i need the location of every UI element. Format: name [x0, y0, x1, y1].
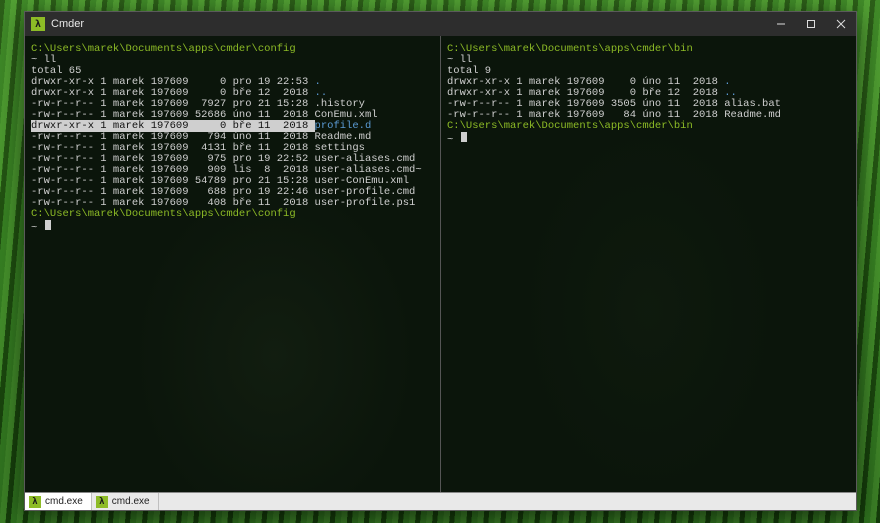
minimize-icon	[776, 19, 786, 29]
maximize-icon	[806, 19, 816, 29]
prompt-path: C:\Users\marek\Documents\apps\cmder\conf…	[31, 44, 434, 55]
prompt-path: C:\Users\marek\Documents\apps\cmder\bin	[447, 121, 850, 132]
prompt-path: C:\Users\marek\Documents\apps\cmder\conf…	[31, 209, 434, 220]
terminal-pane-right[interactable]: C:\Users\marek\Documents\apps\cmder\bin~…	[441, 36, 856, 492]
app-title: Cmder	[51, 18, 84, 30]
terminal-body: C:\Users\marek\Documents\apps\cmder\conf…	[25, 36, 856, 492]
cursor	[461, 132, 467, 142]
app-icon: λ	[31, 17, 45, 31]
titlebar[interactable]: λ Cmder	[25, 12, 856, 36]
terminal-pane-left[interactable]: C:\Users\marek\Documents\apps\cmder\conf…	[25, 36, 440, 492]
app-window: λ Cmder C:\Users\marek\Documents\apps\cm…	[24, 11, 857, 511]
tab-icon: λ	[96, 496, 108, 508]
prompt[interactable]: ~	[447, 132, 850, 146]
tab-cmd[interactable]: λ cmd.exe	[25, 493, 92, 510]
minimize-button[interactable]	[766, 12, 796, 36]
tab-label: cmd.exe	[45, 496, 83, 507]
prompt-path: C:\Users\marek\Documents\apps\cmder\bin	[447, 44, 850, 55]
cursor	[45, 220, 51, 230]
tab-bar: λ cmd.exe λ cmd.exe	[25, 492, 856, 510]
close-icon	[836, 19, 846, 29]
tab-label: cmd.exe	[112, 496, 150, 507]
prompt[interactable]: ~	[31, 220, 434, 234]
tab-cmd[interactable]: λ cmd.exe	[92, 493, 159, 510]
close-button[interactable]	[826, 12, 856, 36]
maximize-button[interactable]	[796, 12, 826, 36]
tab-icon: λ	[29, 496, 41, 508]
